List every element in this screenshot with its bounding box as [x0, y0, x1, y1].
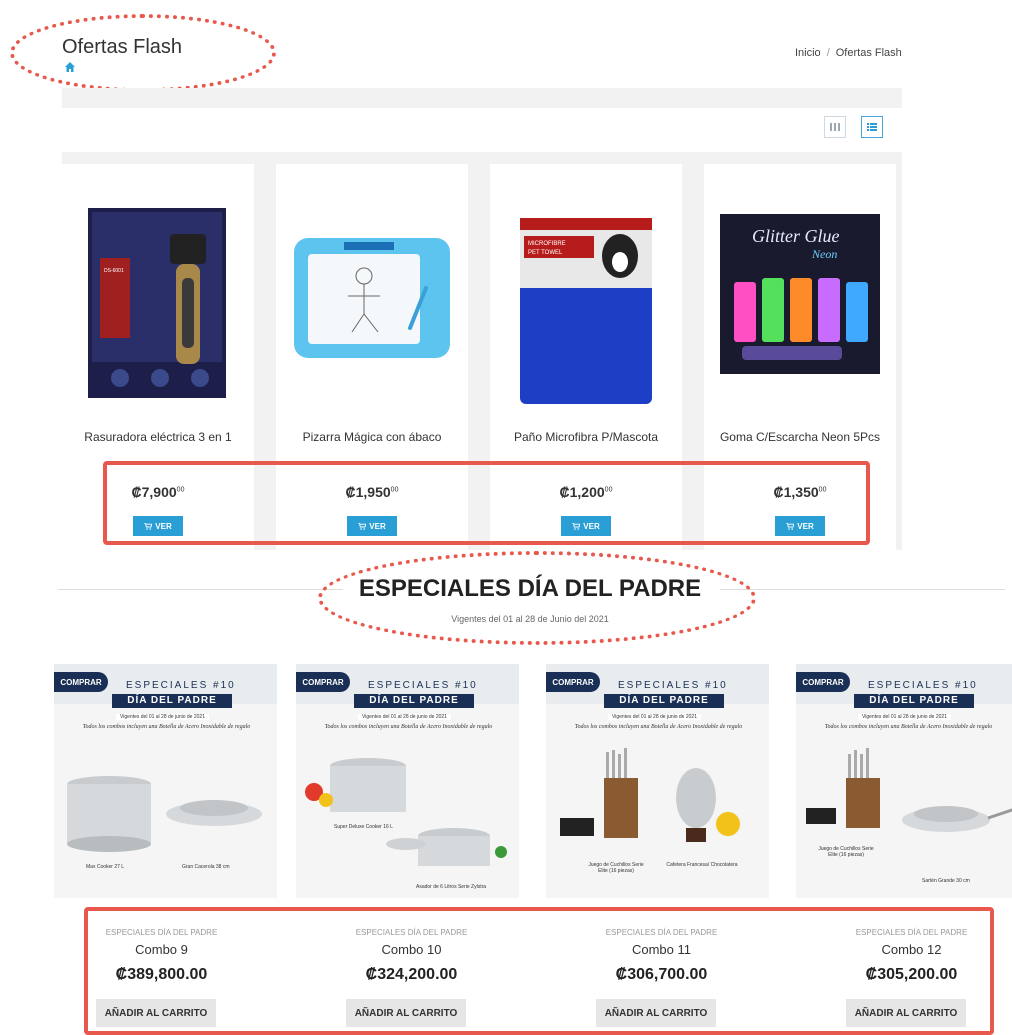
combo-banner[interactable]: COMPRAR ESPECIALES #10 DÍA DEL PADRE Vig…	[296, 664, 519, 898]
product-image-shaver[interactable]: DS-6001	[70, 178, 246, 408]
page-title: Ofertas Flash	[62, 36, 183, 58]
buy-badge[interactable]: COMPRAR	[296, 672, 350, 692]
banner-line-2: DÍA DEL PADRE	[354, 694, 474, 708]
towel-label-line-1: MICROFIBRE	[528, 241, 566, 247]
banner-line-2: DÍA DEL PADRE	[604, 694, 724, 708]
list-view-button[interactable]	[861, 116, 883, 138]
combo-9-products-image	[67, 776, 262, 852]
combo-item-label: Juego de Cuchillos Serie Elite (16 pieza…	[588, 862, 644, 874]
combo-item-label: Super Deluxe Cooker 16 L	[334, 824, 393, 830]
banner-line-1: ESPECIALES #10	[868, 680, 978, 691]
banner-dates: Vigentes del 01 al 28 de junio de 2021	[858, 714, 951, 720]
combo-item-label: Juego de Cuchillos Serie Elite (16 pieza…	[818, 846, 874, 858]
product-image-glue[interactable]: Glitter Glue Neon	[712, 178, 888, 408]
grid-view-icon	[830, 123, 840, 131]
banner-note: Todos los combos incluyen una Botella de…	[324, 724, 493, 730]
banner-dates: Vigentes del 01 al 28 de junio de 2021	[358, 714, 451, 720]
combo-banner[interactable]: COMPRAR ESPECIALES #10 DÍA DEL PADRE Vig…	[54, 664, 277, 898]
combo-item-label: Asador de 6 Litros Serie Zylstra	[416, 884, 487, 890]
product-image-towel[interactable]: MICROFIBRE PET TOWEL	[498, 178, 674, 408]
combo-10-products-image	[305, 758, 507, 866]
product-name[interactable]: Rasuradora eléctrica 3 en 1	[62, 430, 254, 444]
view-toolbar	[62, 108, 902, 152]
section-divider-left	[58, 589, 343, 590]
combo-12-products-image	[806, 748, 1012, 832]
banner-line-2: DÍA DEL PADRE	[854, 694, 974, 708]
combo-item-label: Gran Cacerola 38 cm	[182, 864, 230, 870]
buy-badge[interactable]: COMPRAR	[546, 672, 600, 692]
product-image-board[interactable]	[284, 178, 460, 408]
breadcrumb-home[interactable]: Inicio	[795, 47, 821, 59]
combo-item-label: Sartén Grande 30 cm	[922, 878, 970, 884]
buy-badge[interactable]: COMPRAR	[796, 672, 850, 692]
combo-item-label: Cafetera Francesa/ Chocolatera	[666, 862, 738, 868]
banner-line-2: DÍA DEL PADRE	[112, 694, 232, 708]
combo-banner[interactable]: COMPRAR ESPECIALES #10 DÍA DEL PADRE Vig…	[546, 664, 769, 898]
combo-11-products-image	[560, 748, 740, 842]
banner-line-1: ESPECIALES #10	[368, 680, 478, 691]
grid-view-button[interactable]	[824, 116, 846, 138]
section-annotation-oval	[318, 551, 756, 645]
shaver-box-text: DS-6001	[104, 268, 124, 274]
towel-label-line-2: PET TOWEL	[528, 250, 563, 256]
breadcrumb-current: Ofertas Flash	[835, 47, 902, 59]
glue-subtitle: Neon	[811, 247, 837, 261]
banner-note: Todos los combos incluyen una Botella de…	[574, 724, 743, 730]
banner-note: Todos los combos incluyen una Botella de…	[82, 724, 251, 730]
section-divider-right	[720, 589, 1005, 590]
combo-banner[interactable]: COMPRAR ESPECIALES #10 DÍA DEL PADRE Vig…	[796, 664, 1012, 898]
banner-dates: Vigentes del 01 al 28 de junio de 2021	[608, 714, 701, 720]
list-view-icon	[867, 123, 877, 131]
breadcrumb-separator: /	[826, 47, 830, 59]
product-name[interactable]: Paño Microfibra P/Mascota	[490, 430, 682, 444]
banner-line-1: ESPECIALES #10	[126, 680, 236, 691]
price-annotation-box	[103, 461, 870, 545]
buy-badge[interactable]: COMPRAR	[54, 672, 108, 692]
banner-note: Todos los combos incluyen una Botella de…	[824, 724, 993, 730]
banner-dates: Vigentes del 01 al 28 de junio de 2021	[116, 714, 209, 720]
glue-title: Glitter Glue	[752, 226, 840, 246]
combo-item-label: Max Cooker 27 L	[86, 864, 125, 870]
product-name[interactable]: Goma C/Escarcha Neon 5Pcs	[704, 430, 896, 444]
banner-line-1: ESPECIALES #10	[618, 680, 728, 691]
product-name[interactable]: Pizarra Mágica con ábaco	[276, 430, 468, 444]
breadcrumb: Inicio / Ofertas Flash	[795, 47, 902, 59]
combo-annotation-box	[84, 907, 994, 1035]
home-icon[interactable]	[64, 61, 76, 73]
